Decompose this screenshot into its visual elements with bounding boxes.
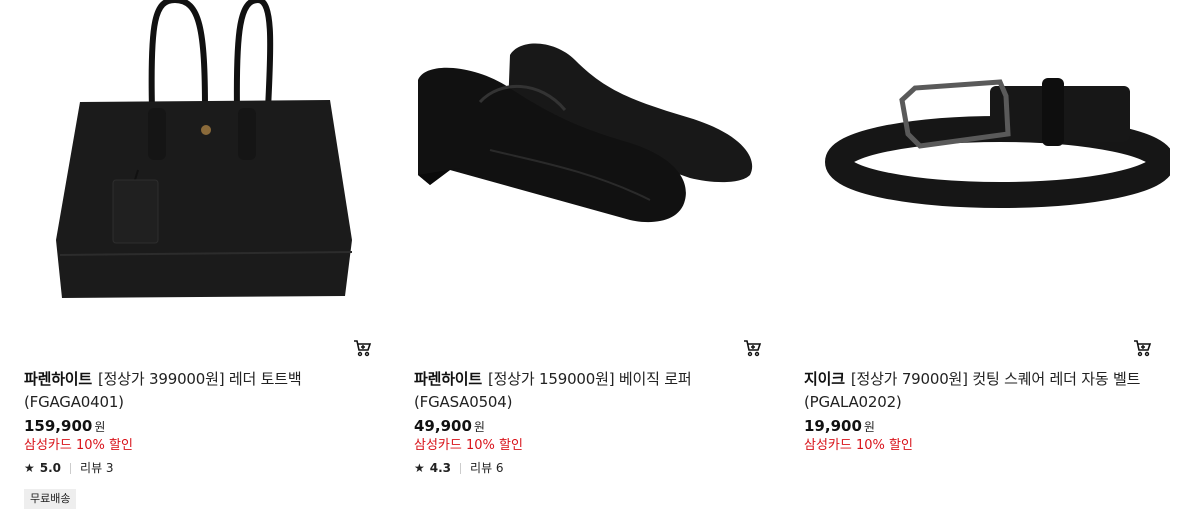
price-unit: 원 bbox=[94, 420, 106, 434]
product-image-belt[interactable] bbox=[780, 0, 1170, 330]
product-name: [정상가 159000원] 베이직 로퍼 bbox=[488, 370, 692, 388]
product-title[interactable]: 지이크 [정상가 79000원] 컷팅 스퀘어 레더 자동 벨트 (PGALA020… bbox=[804, 368, 1154, 414]
free-shipping-badge: 무료배송 bbox=[24, 489, 77, 509]
product-info: 파렌하이트 [정상가 399000원] 레더 토트백 (FGAGA0401) 159… bbox=[24, 368, 374, 477]
divider bbox=[460, 462, 462, 474]
product-code: (FGASA0504) bbox=[414, 393, 513, 411]
star-icon: ★ bbox=[414, 461, 425, 475]
product-image-loafers[interactable] bbox=[390, 0, 780, 330]
product-card[interactable]: 파렌하이트 [정상가 159000원] 베이직 로퍼 (FGASA0504) 49,… bbox=[390, 0, 780, 518]
brand-name: 파렌하이트 bbox=[24, 370, 93, 388]
promo-text: 삼성카드 10% 할인 bbox=[804, 438, 913, 453]
price: 159,900 원 bbox=[24, 416, 374, 437]
product-card[interactable]: 파렌하이트 [정상가 399000원] 레더 토트백 (FGAGA0401) 159… bbox=[0, 0, 390, 518]
product-info: 파렌하이트 [정상가 159000원] 베이직 로퍼 (FGASA0504) 49,… bbox=[414, 368, 764, 477]
product-grid: 파렌하이트 [정상가 399000원] 레더 토트백 (FGAGA0401) 159… bbox=[0, 0, 1195, 518]
price-value: 49,900 bbox=[414, 417, 472, 435]
price: 19,900 원 bbox=[804, 416, 1154, 437]
review-count[interactable]: 리뷰 3 bbox=[80, 459, 114, 477]
promo-text: 삼성카드 10% 할인 bbox=[414, 438, 523, 453]
brand-name: 파렌하이트 bbox=[414, 370, 483, 388]
product-title[interactable]: 파렌하이트 [정상가 159000원] 베이직 로퍼 (FGASA0504) bbox=[414, 368, 764, 414]
product-title[interactable]: 파렌하이트 [정상가 399000원] 레더 토트백 (FGAGA0401) bbox=[24, 368, 374, 414]
promo-text: 삼성카드 10% 할인 bbox=[24, 438, 133, 453]
divider bbox=[70, 462, 72, 474]
cart-icon[interactable] bbox=[742, 338, 762, 358]
rating-row: ★ 4.3 리뷰 6 bbox=[414, 459, 764, 477]
brand-name: 지이크 bbox=[804, 370, 845, 388]
rating-score: 5.0 bbox=[39, 461, 62, 475]
product-code: (PGALA0202) bbox=[804, 393, 902, 411]
product-name: [정상가 399000원] 레더 토트백 bbox=[98, 370, 302, 388]
star-icon: ★ bbox=[24, 461, 35, 475]
rating-row: ★ 5.0 리뷰 3 bbox=[24, 459, 374, 477]
product-info: 지이크 [정상가 79000원] 컷팅 스퀘어 레더 자동 벨트 (PGALA020… bbox=[804, 368, 1154, 455]
product-image-tote-bag[interactable] bbox=[0, 0, 390, 330]
price-value: 159,900 bbox=[24, 417, 93, 435]
cart-icon[interactable] bbox=[1132, 338, 1152, 358]
product-card[interactable]: 지이크 [정상가 79000원] 컷팅 스퀘어 레더 자동 벨트 (PGALA020… bbox=[780, 0, 1170, 518]
price: 49,900 원 bbox=[414, 416, 764, 437]
review-count[interactable]: 리뷰 6 bbox=[470, 459, 504, 477]
price-unit: 원 bbox=[863, 420, 875, 434]
price-unit: 원 bbox=[473, 420, 485, 434]
cart-icon[interactable] bbox=[352, 338, 372, 358]
price-value: 19,900 bbox=[804, 417, 862, 435]
product-code: (FGAGA0401) bbox=[24, 393, 124, 411]
product-name: [정상가 79000원] 컷팅 스퀘어 레더 자동 벨트 bbox=[850, 370, 1141, 388]
rating-score: 4.3 bbox=[429, 461, 452, 475]
